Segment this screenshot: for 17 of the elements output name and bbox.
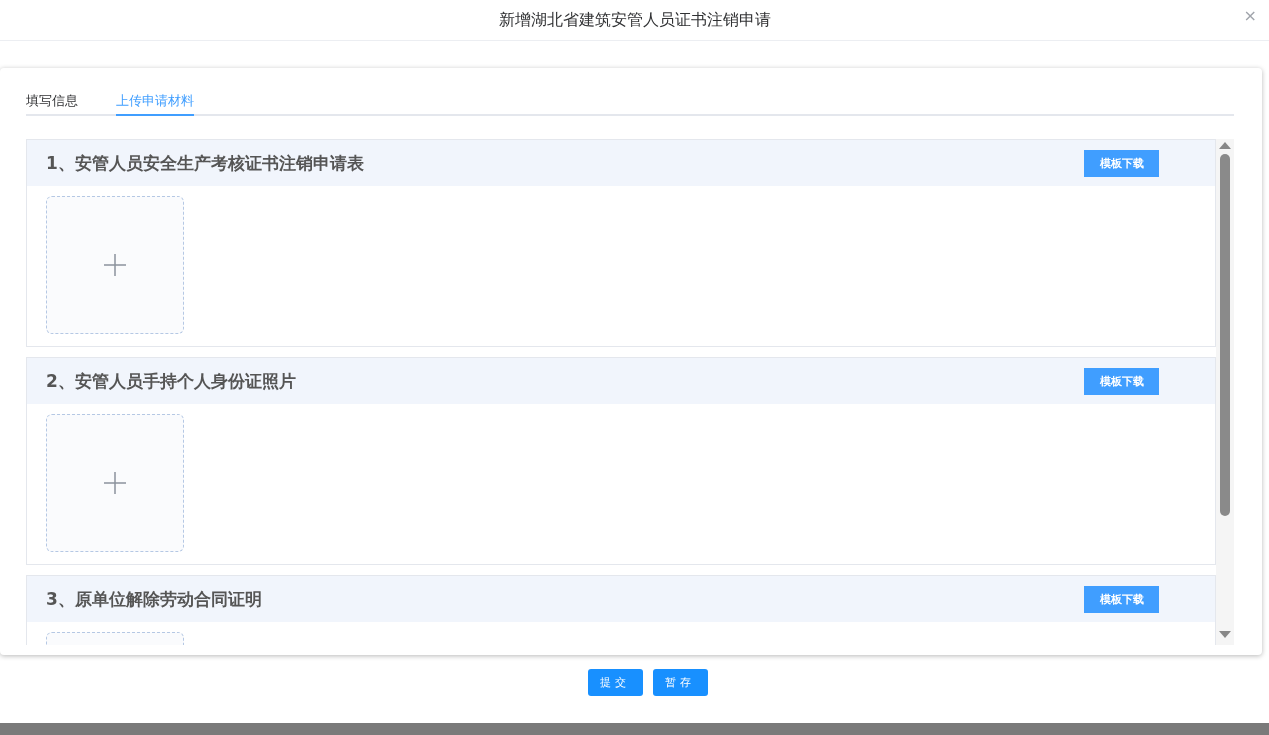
- template-download-button[interactable]: 模板下载: [1084, 367, 1159, 395]
- template-download-button[interactable]: 模板下载: [1084, 149, 1159, 177]
- action-button[interactable]: 提交: [588, 669, 643, 696]
- tab[interactable]: 填写信息: [26, 88, 78, 116]
- section-title: 2、安管人员手持个人身份证照片: [46, 369, 296, 393]
- scroll-up-icon[interactable]: [1219, 141, 1231, 149]
- tab[interactable]: 上传申请材料: [116, 88, 194, 116]
- scrollbar[interactable]: [1216, 139, 1234, 645]
- plus-icon: [104, 472, 126, 494]
- action-button[interactable]: 暂存: [653, 669, 708, 696]
- section-title: 1、安管人员安全生产考核证书注销申请表: [46, 151, 364, 175]
- close-button[interactable]: ×: [1241, 6, 1259, 25]
- scroll-down-icon[interactable]: [1219, 631, 1231, 639]
- plus-icon: [104, 254, 126, 276]
- template-download-button[interactable]: 模板下载: [1084, 585, 1159, 613]
- dialog-title: 新增湖北省建筑安管人员证书注销申请: [498, 9, 771, 31]
- section-title: 3、原单位解除劳动合同证明: [46, 587, 262, 611]
